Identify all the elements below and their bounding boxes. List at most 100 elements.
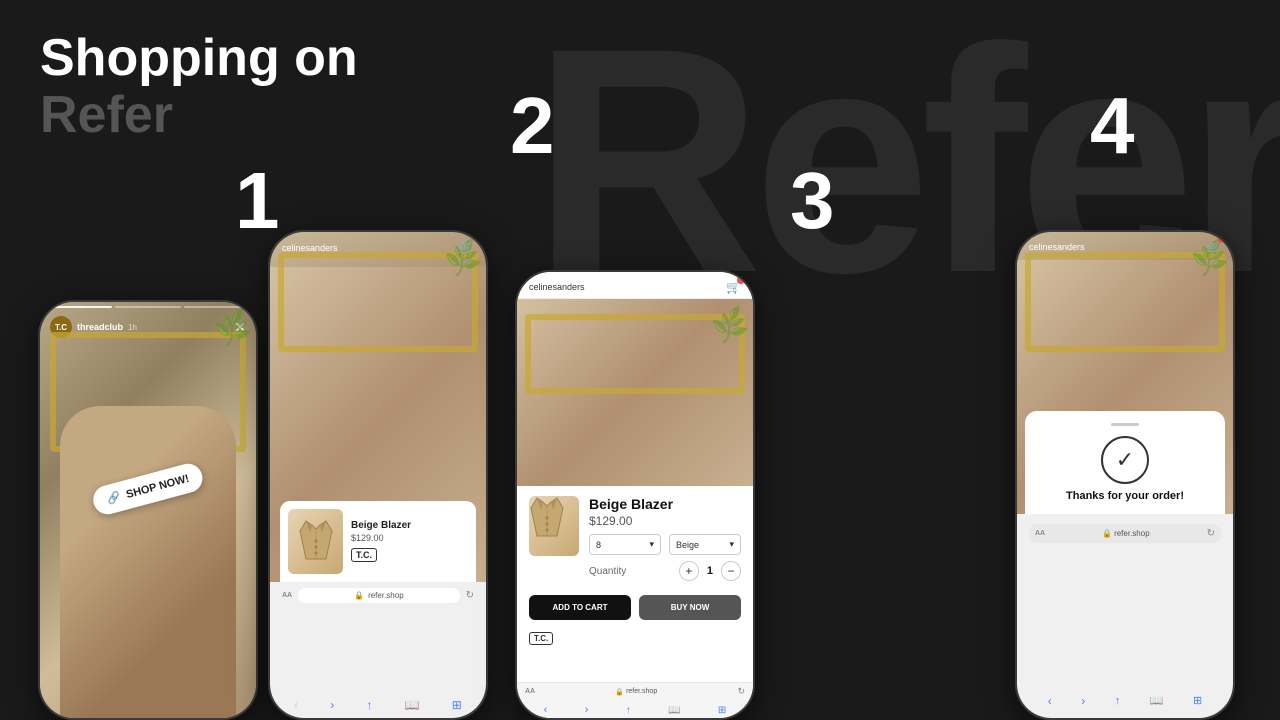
- phone-3: celinesanders 🛒 🌿: [515, 270, 755, 720]
- product-card[interactable]: Beige Blazer $129.00 T.C.: [280, 501, 476, 582]
- progress-bar-1: [46, 306, 112, 308]
- color-chevron-icon: ▾: [729, 539, 734, 550]
- confirmation-card: ✓ Thanks for your order!: [1025, 411, 1225, 514]
- phone-3-header: celinesanders 🛒: [517, 272, 753, 299]
- phone-3-image-area: 🌿: [517, 299, 753, 486]
- refresh-icon-3[interactable]: ↻: [737, 686, 745, 697]
- nav-forward-icon[interactable]: ›: [330, 698, 334, 712]
- phone-4-browser-area: AA 🔒 refer.shop ↻ ‹ › ↑ 📖 ⊞: [1017, 514, 1233, 718]
- phone-4-header: celinesanders 🛒: [1029, 240, 1221, 254]
- phone-3-content: celinesanders 🛒 🌿: [517, 272, 753, 718]
- browser-aa-4: AA: [1035, 530, 1045, 537]
- phone-1: T.C threadclub 1h ✕ 🌿 🔗 SHOP NOW!: [38, 300, 258, 720]
- color-value: Beige: [676, 540, 699, 550]
- phone-2-cart-icon[interactable]: 🛒: [458, 240, 474, 256]
- browser-nav: ‹ › ↑ 📖 ⊞: [278, 696, 478, 714]
- size-value: 8: [596, 540, 601, 550]
- buy-now-button[interactable]: BUY NOW: [639, 595, 741, 620]
- url-text-3: refer.shop: [626, 688, 657, 695]
- nav-tabs-3[interactable]: ⊞: [718, 705, 726, 716]
- phone-2-header: celinesanders 🛒: [282, 240, 474, 256]
- woman-figure: [60, 406, 236, 718]
- step-3-number: 3: [790, 155, 835, 247]
- cart-badge: [737, 276, 745, 284]
- nav-forward-4[interactable]: ›: [1081, 694, 1085, 708]
- lock-icon-3: 🔒: [615, 688, 624, 696]
- browser-url-4[interactable]: 🔒 refer.shop: [1102, 529, 1150, 538]
- color-selector[interactable]: Beige ▾: [669, 534, 741, 555]
- quantity-value: 1: [707, 565, 713, 577]
- progress-bar-2: [115, 306, 181, 308]
- phone-2-content: 🌿 celinesanders 🛒: [270, 232, 486, 718]
- nav-tabs-4[interactable]: ⊞: [1193, 694, 1202, 707]
- size-selector[interactable]: 8 ▾: [589, 534, 661, 555]
- phone-4-wrapper: 🌿 celinesanders 🛒 ✓ Thanks for your orde…: [1015, 230, 1235, 720]
- phone-2-story-area: 🌿 celinesanders 🛒: [270, 232, 486, 582]
- phone-4-username: celinesanders: [1029, 242, 1085, 252]
- phone-4-cart-badge: [1218, 236, 1225, 243]
- nav-share-3[interactable]: ↑: [626, 705, 631, 716]
- blazer-svg: [298, 519, 334, 563]
- nav-bookmarks-4[interactable]: 📖: [1150, 694, 1164, 707]
- detail-thumbnail: [529, 496, 579, 556]
- browser-url-bar[interactable]: 🔒 refer.shop: [298, 588, 459, 603]
- browser-aa: AA: [282, 592, 292, 599]
- nav-back-4[interactable]: ‹: [1048, 694, 1052, 708]
- detail-product-price: $129.00: [589, 514, 741, 528]
- nav-back-3[interactable]: ‹: [544, 704, 548, 716]
- phone-1-wrapper: T.C threadclub 1h ✕ 🌿 🔗 SHOP NOW!: [38, 300, 258, 720]
- product-price: $129.00: [351, 533, 468, 543]
- selectors-row: 8 ▾ Beige ▾: [589, 534, 741, 555]
- phone-2-browser-bar: AA 🔒 refer.shop ↻ ‹ › ↑ 📖 ⊞: [270, 582, 486, 718]
- refresh-icon[interactable]: ↻: [466, 590, 474, 601]
- size-chevron-icon: ▾: [649, 539, 654, 550]
- lock-icon: 🔒: [354, 591, 364, 600]
- step-1-number: 1: [235, 155, 280, 247]
- phone-2: 🌿 celinesanders 🛒: [268, 230, 488, 720]
- nav-forward-3[interactable]: ›: [585, 704, 589, 716]
- quantity-minus-button[interactable]: −: [721, 561, 741, 581]
- story-username: threadclub: [77, 322, 123, 332]
- phone-4-cart[interactable]: 🛒: [1206, 240, 1221, 254]
- brand-badge: T.C.: [351, 548, 377, 562]
- browser-aa-3: AA: [525, 688, 535, 695]
- quantity-plus-button[interactable]: +: [679, 561, 699, 581]
- step-4-number: 4: [1090, 80, 1135, 172]
- thanks-text: Thanks for your order!: [1066, 490, 1184, 502]
- detail-product-name: Beige Blazer: [589, 496, 741, 512]
- detail-info: Beige Blazer $129.00 8 ▾ Beige ▾: [589, 496, 741, 587]
- nav-back-icon[interactable]: ‹: [294, 698, 298, 712]
- story-progress-bars: [46, 306, 250, 308]
- nav-bookmarks-3[interactable]: 📖: [668, 705, 680, 716]
- phone-3-browser-bar: AA 🔒 refer.shop ↻: [517, 682, 753, 701]
- product-info: Beige Blazer $129.00 T.C.: [351, 520, 468, 563]
- phone-3-nav: ‹ › ↑ 📖 ⊞: [517, 701, 753, 718]
- phone-3-wrapper: celinesanders 🛒 🌿: [515, 270, 755, 720]
- action-buttons: ADD TO CART BUY NOW: [529, 595, 741, 620]
- story-time: 1h: [128, 323, 137, 332]
- phone-2-username: celinesanders: [282, 243, 338, 253]
- phone-4-story-area: 🌿 celinesanders 🛒 ✓ Thanks for your orde…: [1017, 232, 1233, 514]
- nav-share-icon[interactable]: ↑: [366, 698, 372, 712]
- nav-tabs-icon[interactable]: ⊞: [452, 698, 462, 712]
- product-thumbnail: [288, 509, 343, 574]
- add-to-cart-button[interactable]: ADD TO CART: [529, 595, 631, 620]
- quantity-controls: + 1 −: [679, 561, 741, 581]
- browser-url-3[interactable]: 🔒 refer.shop: [615, 688, 657, 696]
- nav-share-4[interactable]: ↑: [1115, 695, 1121, 707]
- phone-4: 🌿 celinesanders 🛒 ✓ Thanks for your orde…: [1015, 230, 1235, 720]
- refresh-icon-4[interactable]: ↻: [1207, 528, 1215, 539]
- step-2-number: 2: [510, 80, 555, 172]
- pill-top: [1111, 423, 1139, 426]
- phone-4-content: 🌿 celinesanders 🛒 ✓ Thanks for your orde…: [1017, 232, 1233, 718]
- quantity-row: Quantity + 1 −: [589, 561, 741, 581]
- header: Shopping on Refer: [40, 30, 358, 144]
- phone-3-cart[interactable]: 🛒: [726, 280, 741, 294]
- phone-3-username: celinesanders: [529, 282, 585, 292]
- check-circle-icon: ✓: [1101, 436, 1149, 484]
- phone-1-content: T.C threadclub 1h ✕ 🌿 🔗 SHOP NOW!: [40, 302, 256, 718]
- detail-brand-badge: T.C.: [529, 632, 553, 645]
- nav-bookmarks-icon[interactable]: 📖: [405, 698, 420, 712]
- lock-icon-4: 🔒: [1102, 529, 1112, 538]
- product-name: Beige Blazer: [351, 520, 468, 531]
